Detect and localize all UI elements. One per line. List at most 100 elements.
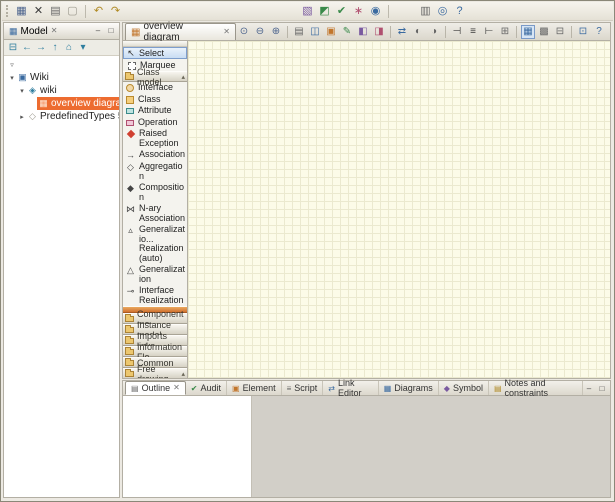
minimize-icon[interactable]: –: [583, 384, 595, 395]
show-grid-icon[interactable]: ▦: [521, 25, 535, 39]
tab-script[interactable]: ≡ Script: [282, 381, 324, 395]
close-icon[interactable]: ✕: [223, 28, 230, 36]
diagram-help-icon[interactable]: ?: [592, 25, 606, 39]
edit-properties-icon[interactable]: ✎: [340, 25, 354, 39]
maximize-icon[interactable]: □: [105, 26, 117, 37]
palette-item-interface[interactable]: Interface: [123, 82, 187, 94]
tab-symbol[interactable]: ◆ Symbol: [439, 381, 489, 395]
raised-exception-icon: [127, 130, 135, 138]
palette-item-association[interactable]: → Association: [123, 149, 187, 161]
home-icon[interactable]: ⌂: [62, 41, 76, 55]
save-as-image-icon[interactable]: ◫: [308, 25, 322, 39]
tree-root-row[interactable]: ▿: [4, 58, 119, 71]
selected-tree-item[interactable]: ▦ overview diagram: [37, 97, 119, 110]
palette-item-nary-association[interactable]: ⋈ N-ary Association: [123, 203, 187, 224]
interface-realization-icon: ⊸: [125, 286, 136, 296]
show-links-icon[interactable]: ⇄: [395, 25, 409, 39]
search-icon[interactable]: ◎: [435, 4, 450, 19]
same-size-icon[interactable]: ⊞: [498, 25, 512, 39]
pattern-icon[interactable]: ∗: [351, 4, 366, 19]
fill-style-icon[interactable]: ◨: [372, 25, 386, 39]
tree-item-overview-diagram[interactable]: ▦ overview diagram: [4, 97, 119, 110]
palette-item-class[interactable]: Class: [123, 94, 187, 106]
help-icon[interactable]: ?: [452, 4, 467, 19]
print-icon[interactable]: ▤: [48, 4, 63, 19]
close-icon[interactable]: ✕: [51, 27, 58, 35]
tab-link-editor[interactable]: ⇄ Link Editor: [323, 381, 378, 395]
tab-notes-and-constraints[interactable]: ▤ Notes and constraints: [489, 381, 583, 395]
export-icon[interactable]: ▢: [65, 4, 80, 19]
palette-item-attribute[interactable]: Attribute: [123, 105, 187, 117]
editor-tab-label: overview diagram: [143, 21, 220, 43]
tab-outline[interactable]: ▤ Outline ✕: [125, 381, 186, 395]
palette-group-class-model[interactable]: Class model: [123, 71, 187, 82]
zoom-in-icon[interactable]: ⊕: [269, 25, 283, 39]
maximize-icon[interactable]: □: [596, 384, 608, 395]
palette-tool-select[interactable]: ↖ Select: [123, 47, 187, 59]
palette-item-generalization-realization-auto[interactable]: ▵ Generalizatio... Realization (auto): [123, 224, 187, 264]
copy-image-icon[interactable]: ▣: [324, 25, 338, 39]
bottom-tabbar: ▤ Outline ✕ ✔ Audit ▣ Element ≡ Script ⇄…: [123, 381, 610, 396]
tree-item-label: Wiki: [30, 72, 49, 83]
bottom-tab-label: Diagrams: [394, 383, 433, 393]
toolbar-grip[interactable]: [6, 5, 10, 17]
collapse-all-icon[interactable]: ⊟: [6, 41, 20, 55]
tree-item-wiki-project[interactable]: ▾ ▣ Wiki: [4, 71, 119, 84]
nav-forward-icon[interactable]: →: [34, 41, 48, 55]
palette-item-interface-realization[interactable]: ⊸ Interface Realization: [123, 285, 187, 306]
console-icon[interactable]: ▥: [418, 4, 433, 19]
project-icon: ▣: [17, 72, 28, 83]
expander-icon[interactable]: ▿: [7, 61, 17, 69]
model-panel-titlebar: ▦ Model ✕ – □: [4, 23, 119, 40]
modules-icon[interactable]: ◩: [317, 4, 332, 19]
show-page-bounds-icon[interactable]: ⊟: [553, 25, 567, 39]
tab-overview-diagram[interactable]: ▦ overview diagram ✕: [125, 23, 236, 40]
fit-to-window-icon[interactable]: ⊡: [576, 25, 590, 39]
new-model-icon[interactable]: ▦: [14, 4, 29, 19]
nav-back-icon[interactable]: ←: [20, 41, 34, 55]
print-diagram-icon[interactable]: ▤: [292, 25, 306, 39]
expander-icon[interactable]: ▾: [17, 87, 27, 95]
mask-icon[interactable]: ◐: [411, 25, 425, 39]
expander-icon[interactable]: ▾: [7, 74, 17, 82]
palette-item-generalization[interactable]: △ Generalization: [123, 264, 187, 285]
script-icon: ≡: [287, 384, 292, 393]
minimize-icon[interactable]: –: [92, 26, 104, 37]
align-center-icon[interactable]: ≡: [466, 25, 480, 39]
interface-icon: [126, 84, 134, 92]
diagram-canvas[interactable]: [188, 41, 610, 378]
nav-up-icon[interactable]: ↑: [48, 41, 62, 55]
tab-audit[interactable]: ✔ Audit: [186, 381, 227, 395]
close-icon[interactable]: ✕: [173, 384, 180, 392]
expander-icon[interactable]: ▸: [17, 113, 27, 121]
snap-to-grid-icon[interactable]: ▩: [537, 25, 551, 39]
style-editor-icon[interactable]: ◧: [356, 25, 370, 39]
bottom-tab-label: Audit: [201, 383, 222, 393]
zoom-100-icon[interactable]: ⊙: [237, 25, 251, 39]
redo-icon[interactable]: ↷: [108, 4, 123, 19]
palette-item-aggregation[interactable]: ◇ Aggregation: [123, 161, 187, 182]
palette-item-composition[interactable]: ◆ Composition: [123, 182, 187, 203]
tab-model[interactable]: ▦ Model ✕: [6, 23, 60, 39]
delete-icon[interactable]: ✕: [31, 4, 46, 19]
align-left-icon[interactable]: ⊣: [450, 25, 464, 39]
align-right-icon[interactable]: ⊢: [482, 25, 496, 39]
tree-item-label: wiki: [40, 85, 57, 96]
web-publish-icon[interactable]: ◉: [368, 4, 383, 19]
palette-group-free-drawing[interactable]: Free drawing: [123, 368, 187, 378]
undo-icon[interactable]: ↶: [91, 4, 106, 19]
audit-check-icon[interactable]: ✔: [334, 4, 349, 19]
tab-element[interactable]: ▣ Element: [227, 381, 282, 395]
tree-item-wiki-package[interactable]: ▾ ◈ wiki: [4, 84, 119, 97]
palette-group-information-flow[interactable]: Information Flo...: [123, 346, 187, 357]
outline-preview-area[interactable]: [123, 396, 252, 497]
zoom-out-icon[interactable]: ⊖: [253, 25, 267, 39]
palette-icon[interactable]: ▧: [300, 4, 315, 19]
unmask-icon[interactable]: ◑: [427, 25, 441, 39]
tab-diagrams[interactable]: ▦ Diagrams: [379, 381, 439, 395]
tree-item-predefined-types[interactable]: ▸ ◇ PredefinedTypes 5.3.00: [4, 110, 119, 123]
toolbar-separator: [390, 26, 391, 38]
palette-item-raised-exception[interactable]: Raised Exception: [123, 128, 187, 149]
palette-item-operation[interactable]: Operation: [123, 117, 187, 129]
view-menu-icon[interactable]: ▾: [76, 41, 90, 55]
